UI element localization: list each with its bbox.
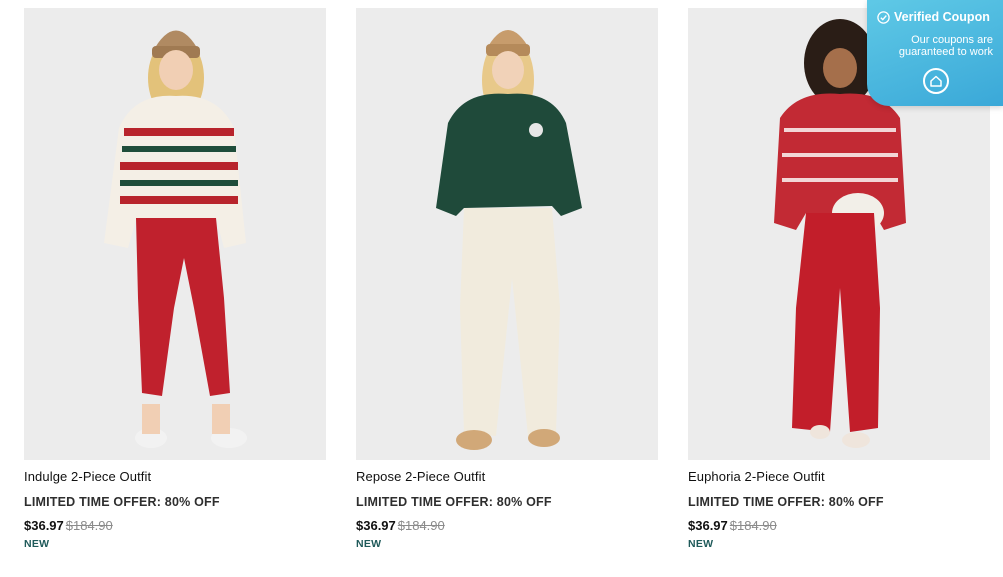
original-price: $184.90	[729, 518, 777, 533]
price-row: $36.97 $184.90	[688, 518, 990, 534]
coupon-title: Verified Coupon	[894, 10, 990, 24]
price-row: $36.97 $184.90	[24, 518, 326, 534]
new-badge: NEW	[356, 538, 382, 550]
verified-coupon-widget[interactable]: Verified Coupon Our coupons are guarante…	[867, 0, 1003, 106]
price-row: $36.97 $184.90	[356, 518, 658, 534]
sale-price: $36.97	[24, 518, 64, 533]
coupon-subtitle: Our coupons are guaranteed to work	[898, 34, 993, 58]
sale-price: $36.97	[356, 518, 396, 533]
offer-text: LIMITED TIME OFFER: 80% OFF	[24, 495, 220, 509]
check-circle-icon	[877, 10, 890, 24]
coupon-header: Verified Coupon	[877, 9, 990, 25]
offer-text: LIMITED TIME OFFER: 80% OFF	[356, 495, 552, 509]
product-name[interactable]: Indulge 2-Piece Outfit	[24, 469, 326, 485]
product-name[interactable]: Euphoria 2-Piece Outfit	[688, 469, 990, 485]
offer-text: LIMITED TIME OFFER: 80% OFF	[688, 495, 884, 509]
new-badge: NEW	[24, 538, 50, 550]
product-image[interactable]	[24, 8, 326, 460]
new-badge: NEW	[688, 538, 714, 550]
product-image[interactable]	[356, 8, 658, 460]
product-grid: Indulge 2-Piece Outfit LIMITED TIME OFFE…	[0, 0, 1003, 577]
sale-price: $36.97	[688, 518, 728, 533]
original-price: $184.90	[397, 518, 445, 533]
product-card[interactable]: Indulge 2-Piece Outfit LIMITED TIME OFFE…	[24, 8, 326, 551]
original-price: $184.90	[65, 518, 113, 533]
product-card[interactable]: Repose 2-Piece Outfit LIMITED TIME OFFER…	[356, 8, 658, 551]
house-logo-icon[interactable]	[923, 68, 949, 94]
product-name[interactable]: Repose 2-Piece Outfit	[356, 469, 658, 485]
